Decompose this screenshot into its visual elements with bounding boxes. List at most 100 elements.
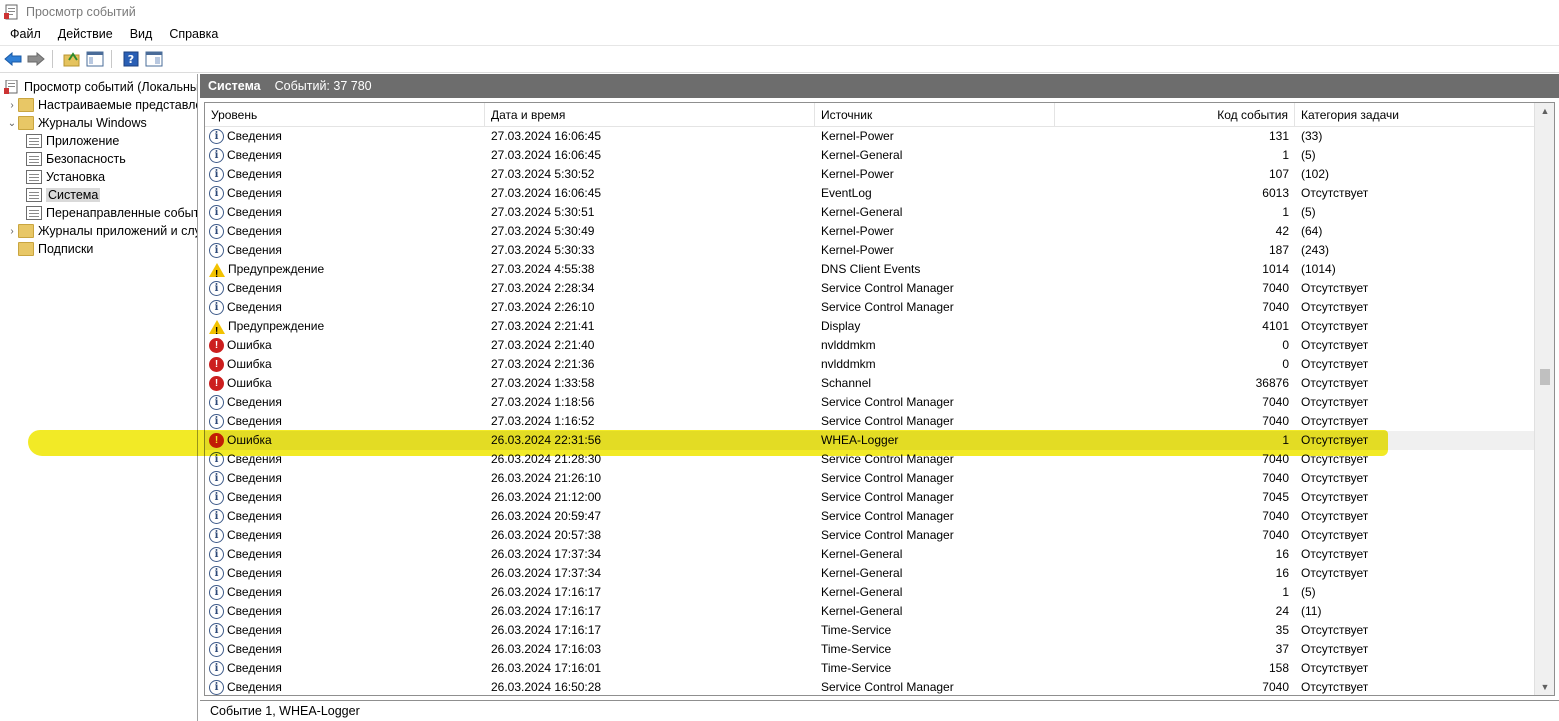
event-source: Kernel-Power [821, 243, 894, 257]
tree-item[interactable]: Перенаправленные события [26, 204, 197, 222]
scroll-down-icon[interactable]: ▼ [1535, 679, 1554, 695]
event-category: (5) [1301, 148, 1316, 162]
event-row[interactable]: ! Ошибка 27.03.2024 2:21:36 nvlddmkm 0 Отсутс… [205, 355, 1535, 374]
column-event-id[interactable]: Код события [1055, 103, 1295, 127]
event-level-text: Сведения [227, 129, 282, 143]
event-row[interactable]: i Сведения 27.03.2024 16:06:45 EventLog 6013… [205, 184, 1535, 203]
action-pane-icon[interactable] [144, 49, 164, 69]
event-row[interactable]: ! Предупреждение 27.03.2024 2:21:41 Display… [205, 317, 1535, 337]
event-row[interactable]: ! Ошибка 27.03.2024 2:21:40 nvlddmkm 0 Отсутс… [205, 336, 1535, 355]
event-level-text: Сведения [227, 585, 282, 599]
event-row[interactable]: i Сведения 26.03.2024 17:16:01 Time-Service… [205, 659, 1535, 678]
event-id: 107 [1268, 167, 1289, 181]
event-id: 1 [1282, 433, 1289, 447]
event-row[interactable]: ! Ошибка 27.03.2024 1:33:58 Schannel 36876 От… [205, 374, 1535, 393]
event-row[interactable]: i Сведения 26.03.2024 17:37:34 Kernel-Gener… [205, 545, 1535, 564]
event-level: i Сведения [209, 507, 282, 526]
event-date: 26.03.2024 17:16:01 [491, 661, 602, 675]
tree-item[interactable]: ⌄ Журналы Windows [6, 114, 147, 132]
tree-item[interactable]: Система [26, 186, 101, 204]
event-row[interactable]: i Сведения 26.03.2024 17:16:03 Time-Service… [205, 640, 1535, 659]
event-source: Service Control Manager [821, 490, 954, 504]
console-tree-icon[interactable] [85, 49, 105, 69]
column-date[interactable]: Дата и время [485, 103, 815, 127]
tree-item-label: Система [46, 188, 101, 202]
tree-item[interactable]: Приложение [26, 132, 119, 150]
info-icon: i [209, 585, 224, 600]
event-row[interactable]: i Сведения 27.03.2024 2:26:10 Service Contr… [205, 298, 1535, 317]
menu-help[interactable]: Справка [159, 27, 225, 41]
event-id: 0 [1282, 338, 1289, 352]
tree-item[interactable]: › Настраиваемые представления [6, 96, 197, 114]
event-row[interactable]: i Сведения 26.03.2024 20:59:47 Service Cont… [205, 507, 1535, 526]
event-row[interactable]: i Сведения 27.03.2024 16:06:45 Kernel-Power… [205, 127, 1535, 146]
help-icon[interactable]: ? [121, 49, 141, 69]
event-row[interactable]: ! Предупреждение 27.03.2024 4:55:38 DNS Cli… [205, 260, 1535, 280]
event-row[interactable]: ! Ошибка 26.03.2024 22:31:56 WHEA-Logger 1 От… [205, 431, 1535, 450]
back-arrow-icon[interactable] [3, 49, 23, 69]
event-row[interactable]: i Сведения 26.03.2024 17:16:17 Kernel-Gener… [205, 602, 1535, 621]
event-id: 42 [1275, 224, 1289, 238]
event-date: 26.03.2024 17:16:17 [491, 623, 602, 637]
column-task-category[interactable]: Категория задачи [1295, 103, 1535, 127]
event-row[interactable]: i Сведения 26.03.2024 21:12:00 Service Cont… [205, 488, 1535, 507]
event-source: Kernel-General [821, 148, 903, 162]
event-row[interactable]: i Сведения 27.03.2024 5:30:52 Kernel-Power 1… [205, 165, 1535, 184]
event-row[interactable]: i Сведения 27.03.2024 1:18:56 Service Contr… [205, 393, 1535, 412]
tree-root[interactable]: Просмотр событий (Локальный) [4, 78, 197, 96]
svg-text:?: ? [128, 53, 134, 66]
open-folder-icon[interactable] [62, 49, 82, 69]
menu-file[interactable]: Файл [0, 27, 48, 41]
event-id: 1 [1282, 148, 1289, 162]
event-row[interactable]: i Сведения 26.03.2024 17:16:17 Kernel-Gener… [205, 583, 1535, 602]
column-source[interactable]: Источник [815, 103, 1055, 127]
event-date: 26.03.2024 20:57:38 [491, 528, 602, 542]
chevron-right-icon[interactable]: › [6, 226, 18, 237]
menu-view[interactable]: Вид [120, 27, 160, 41]
error-icon: ! [209, 338, 224, 353]
event-row[interactable]: i Сведения 27.03.2024 2:28:34 Service Contr… [205, 279, 1535, 298]
tree-item[interactable]: › Журналы приложений и служб [6, 222, 197, 240]
event-row[interactable]: i Сведения 27.03.2024 5:30:33 Kernel-Power 1… [205, 241, 1535, 260]
scroll-up-icon[interactable]: ▲ [1535, 103, 1554, 119]
event-row[interactable]: i Сведения 27.03.2024 16:06:45 Kernel-Gener… [205, 146, 1535, 165]
event-source: Service Control Manager [821, 680, 954, 694]
event-row[interactable]: i Сведения 26.03.2024 17:37:34 Kernel-Gener… [205, 564, 1535, 583]
event-source: Service Control Manager [821, 414, 954, 428]
event-row[interactable]: i Сведения 26.03.2024 20:57:38 Service Cont… [205, 526, 1535, 545]
event-level: i Сведения [209, 659, 282, 678]
warning-icon: ! [209, 319, 225, 337]
event-category: Отсутствует [1301, 661, 1369, 675]
event-row[interactable]: i Сведения 26.03.2024 21:28:30 Service Cont… [205, 450, 1535, 469]
menu-action[interactable]: Действие [48, 27, 120, 41]
event-level: i Сведения [209, 640, 282, 659]
event-level: i Сведения [209, 393, 282, 412]
column-level[interactable]: Уровень [205, 103, 485, 127]
event-level: i Сведения [209, 450, 282, 469]
event-level-text: Ошибка [227, 338, 272, 352]
tree-item[interactable]: Безопасность [26, 150, 126, 168]
scroll-thumb[interactable] [1540, 369, 1550, 385]
event-row[interactable]: i Сведения 27.03.2024 5:30:49 Kernel-Power 4… [205, 222, 1535, 241]
chevron-down-icon[interactable]: ⌄ [6, 118, 18, 129]
event-row[interactable]: i Сведения 26.03.2024 16:50:28 Service Cont… [205, 678, 1535, 695]
event-row[interactable]: i Сведения 27.03.2024 5:30:51 Kernel-Genera… [205, 203, 1535, 222]
tree-item[interactable]: Установка [26, 168, 105, 186]
event-row[interactable]: i Сведения 26.03.2024 21:26:10 Service Cont… [205, 469, 1535, 488]
event-row[interactable]: i Сведения 27.03.2024 1:16:52 Service Contr… [205, 412, 1535, 431]
event-category: (5) [1301, 585, 1316, 599]
tree-item[interactable]: Подписки [6, 240, 93, 258]
event-level: i Сведения [209, 165, 282, 184]
forward-arrow-icon[interactable] [26, 49, 46, 69]
chevron-right-icon[interactable]: › [6, 100, 18, 111]
folder-icon [18, 98, 34, 112]
event-date: 27.03.2024 1:33:58 [491, 376, 595, 390]
vertical-scrollbar[interactable]: ▲ ▼ [1534, 103, 1554, 695]
event-id: 6013 [1262, 186, 1289, 200]
event-row[interactable]: i Сведения 26.03.2024 17:16:17 Time-Service… [205, 621, 1535, 640]
event-level: ! Предупреждение [209, 317, 324, 337]
info-icon: i [209, 528, 224, 543]
tree-item-label: Настраиваемые представления [38, 98, 197, 112]
event-id: 7040 [1262, 300, 1289, 314]
event-category: Отсутствует [1301, 300, 1369, 314]
